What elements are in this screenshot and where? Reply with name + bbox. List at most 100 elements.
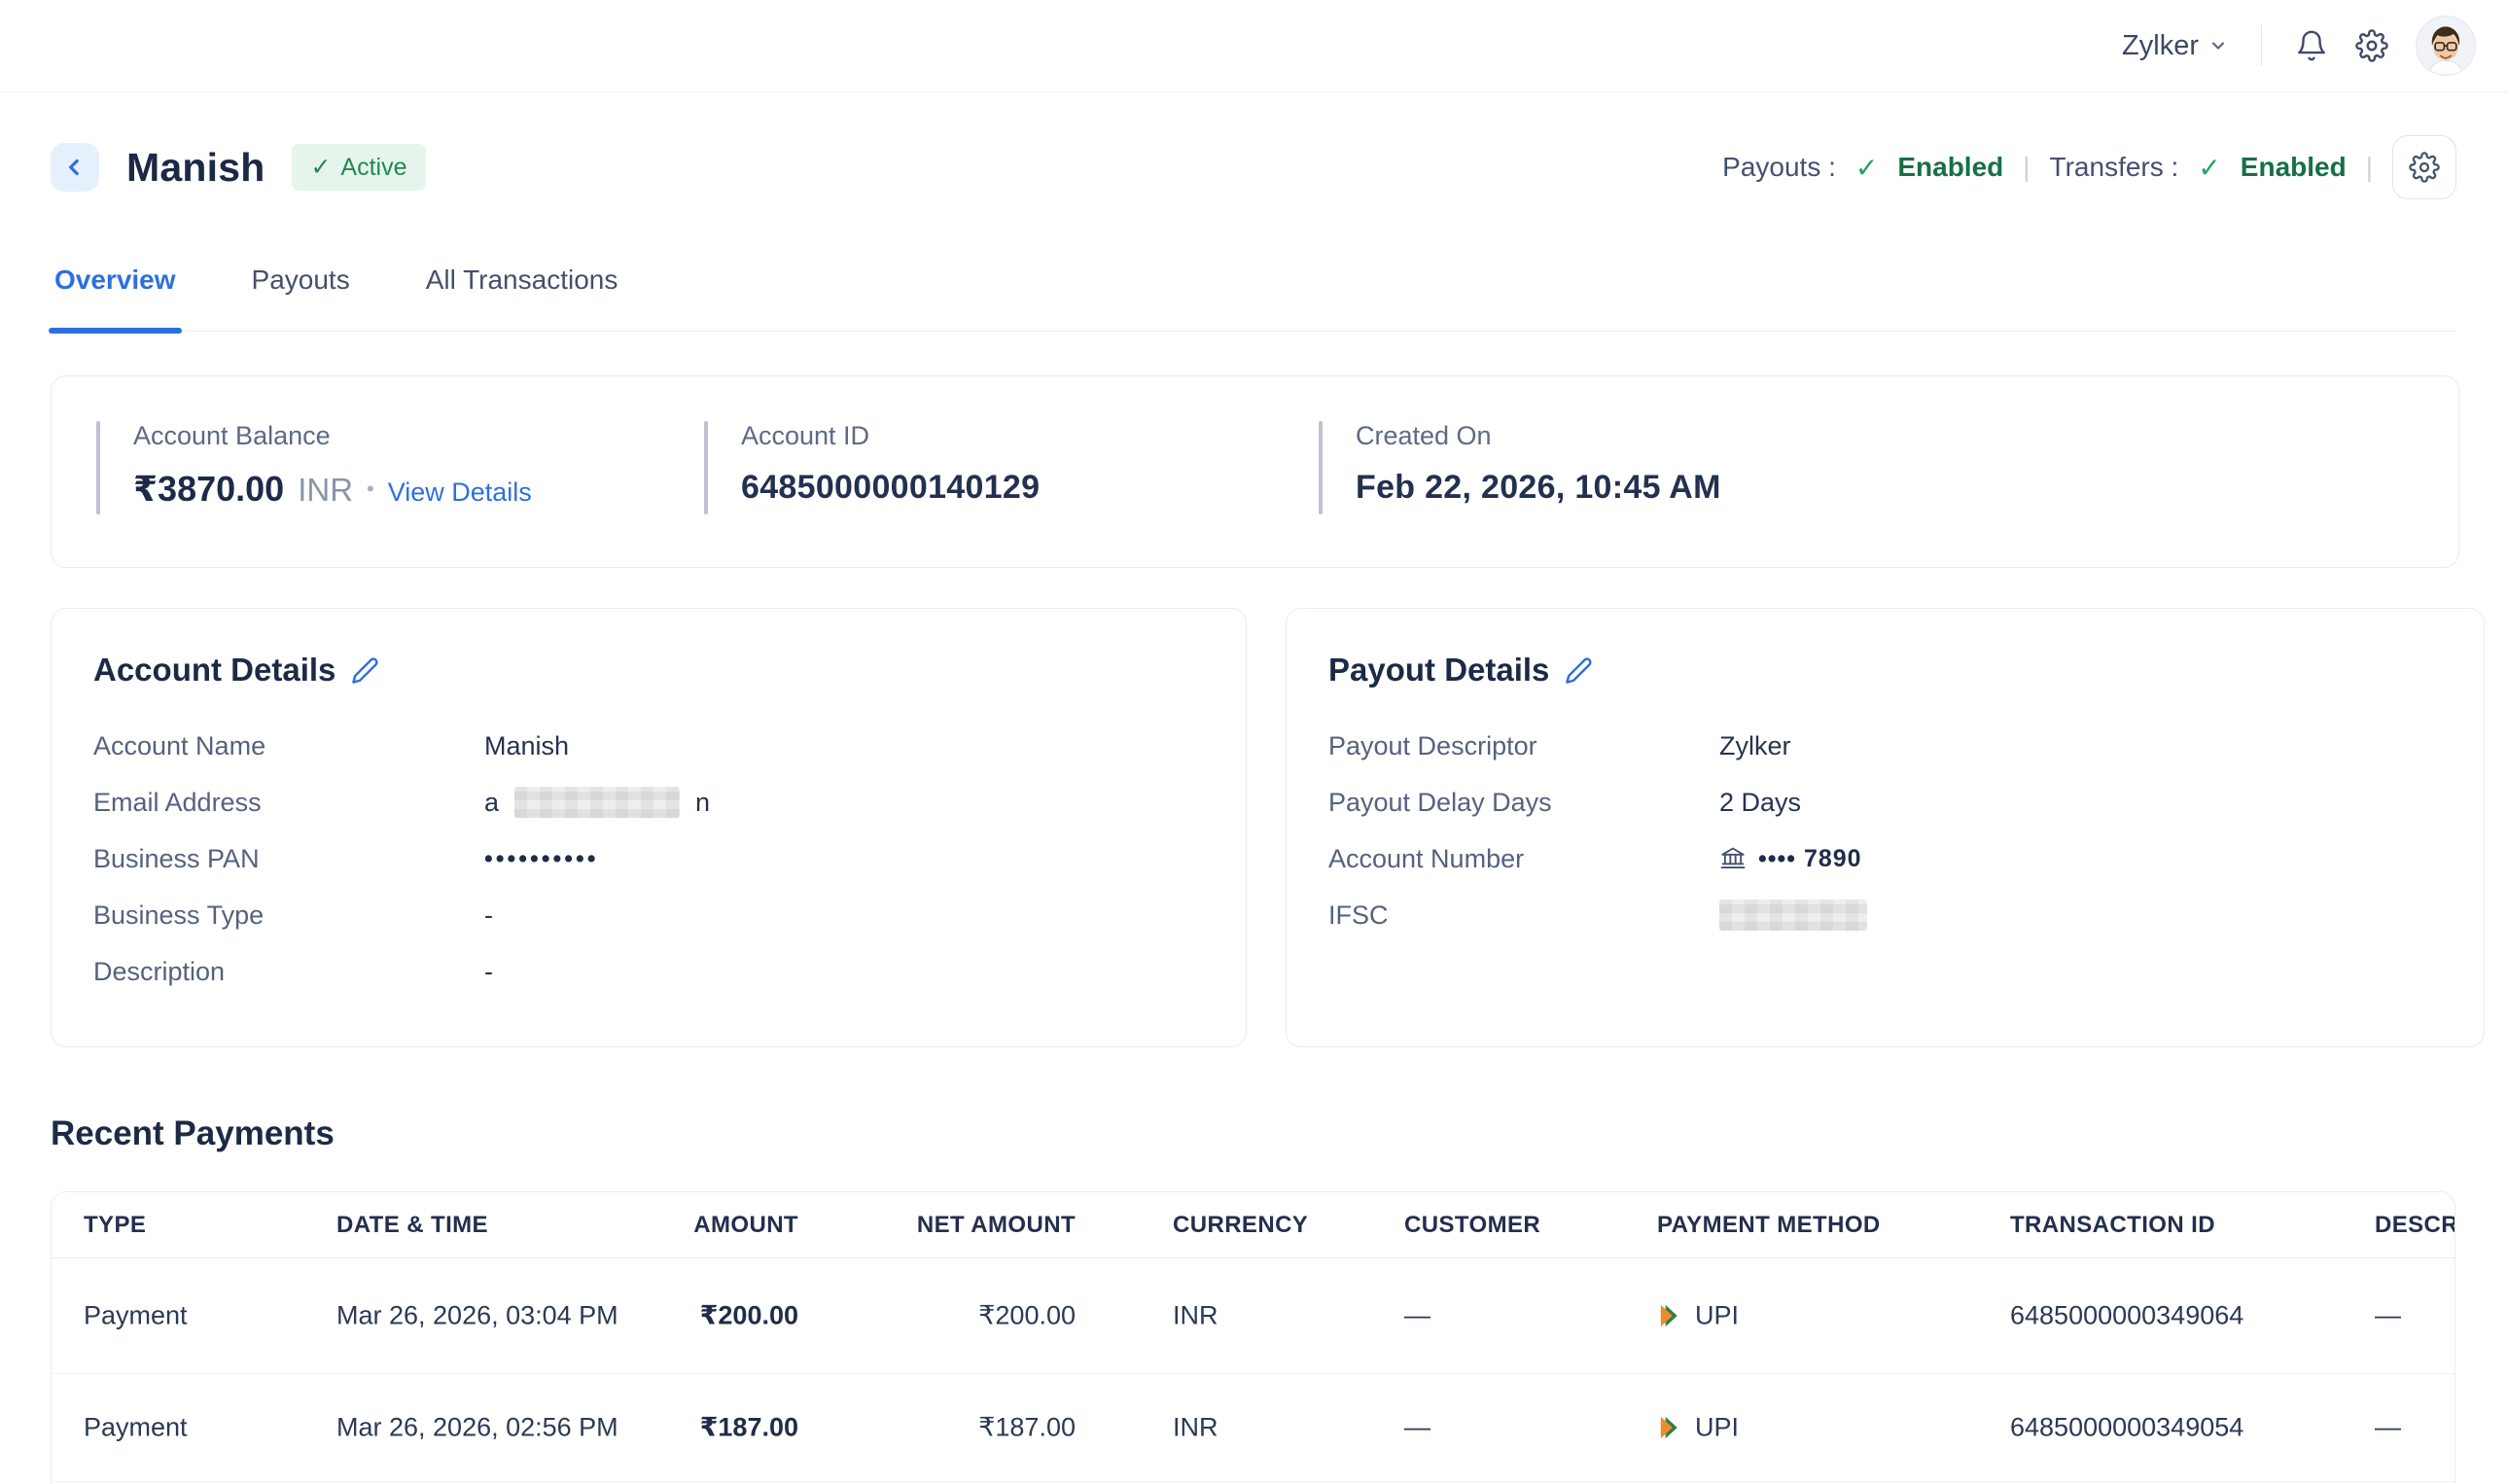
business-pan-label: Business PAN [93, 844, 484, 874]
account-number-row: Account Number •••• 7890 [1328, 830, 2484, 887]
account-balance-amount: ₹3870.00 [133, 469, 284, 510]
email-label: Email Address [93, 788, 484, 818]
view-details-link[interactable]: View Details [388, 477, 532, 508]
column-header-date-time: DATE & TIME [336, 1212, 488, 1239]
account-balance-block: Account Balance ₹3870.00 INR • View Deta… [96, 421, 532, 514]
account-name-label: Account Name [93, 731, 484, 761]
account-balance-currency: INR [298, 472, 353, 509]
check-icon: ✓ [310, 153, 331, 182]
org-name: Zylker [2122, 30, 2199, 62]
table-row[interactable]: Payment Mar 26, 2026, 02:56 PM ₹187.00 ₹… [52, 1374, 2454, 1482]
table-row[interactable]: Payment Mar 26, 2026, 03:04 PM ₹200.00 ₹… [52, 1258, 2454, 1374]
description-label: Description [93, 957, 484, 987]
cell-description: — [2375, 1301, 2401, 1331]
cell-net-amount: ₹200.00 [978, 1301, 1076, 1331]
gear-icon [2409, 152, 2440, 183]
page: Zylker [0, 0, 2507, 1484]
accent-bar [704, 421, 708, 514]
edit-account-details-button[interactable] [351, 656, 379, 685]
recent-payments-title: Recent Payments [51, 1114, 335, 1153]
business-pan-row: Business PAN •••••••••• [93, 830, 1246, 887]
summary-card: Account Balance ₹3870.00 INR • View Deta… [51, 375, 2459, 568]
edit-payout-details-button[interactable] [1565, 656, 1593, 685]
tab-overview[interactable]: Overview [51, 261, 180, 331]
topbar: Zylker [0, 0, 2507, 92]
upi-icon [1657, 1303, 1683, 1329]
accent-bar [96, 421, 100, 514]
check-icon: ✓ [2198, 152, 2220, 184]
business-type-value: - [484, 901, 493, 931]
org-switcher[interactable]: Zylker [2122, 30, 2228, 62]
cell-customer: — [1404, 1413, 1430, 1443]
status-badge: ✓ Active [292, 144, 425, 191]
cell-date-time: Mar 26, 2026, 03:04 PM [336, 1301, 618, 1331]
payout-delay-label: Payout Delay Days [1328, 788, 1719, 818]
cell-description: — [2375, 1413, 2401, 1443]
account-name-row: Account Name Manish [93, 718, 1246, 774]
email-value: an [484, 787, 710, 818]
account-number-label: Account Number [1328, 844, 1719, 874]
recent-payments-table: TYPE DATE & TIME AMOUNT NET AMOUNT CURRE… [51, 1191, 2455, 1484]
column-header-customer: CUSTOMER [1404, 1212, 1540, 1239]
account-name-value: Manish [484, 731, 569, 761]
upi-icon [1657, 1415, 1683, 1441]
ifsc-label: IFSC [1328, 901, 1719, 931]
created-on-value: Feb 22, 2026, 10:45 AM [1356, 469, 1721, 507]
pencil-icon [1565, 656, 1593, 685]
dot-separator: • [367, 477, 374, 502]
transfers-label: Transfers : [2050, 152, 2179, 183]
page-title: Manish [126, 145, 265, 191]
topbar-divider [2261, 25, 2262, 66]
gear-icon [2355, 29, 2388, 62]
cell-payment-method: UPI [1657, 1413, 1739, 1443]
pencil-icon [351, 656, 379, 685]
cell-type: Payment [84, 1301, 188, 1331]
account-id-block: Account ID 6485000000140129 [704, 421, 1040, 514]
business-pan-value: •••••••••• [484, 845, 599, 873]
column-header-currency: CURRENCY [1173, 1212, 1308, 1239]
tab-all-transactions[interactable]: All Transactions [422, 261, 622, 331]
account-balance-label: Account Balance [133, 421, 532, 451]
account-details-title: Account Details [93, 652, 335, 689]
payout-delay-value: 2 Days [1719, 788, 1801, 818]
divider: | [2023, 152, 2030, 183]
business-type-label: Business Type [93, 901, 484, 931]
cell-currency: INR [1173, 1413, 1218, 1443]
status-badge-label: Active [340, 154, 406, 182]
column-header-type: TYPE [84, 1212, 146, 1239]
ifsc-value [1719, 900, 1867, 931]
settings-button-topbar[interactable] [2355, 29, 2388, 62]
cell-customer: — [1404, 1301, 1430, 1331]
transfers-status: Enabled [2241, 152, 2347, 183]
notifications-button[interactable] [2295, 29, 2328, 62]
cell-currency: INR [1173, 1301, 1218, 1331]
description-value: - [484, 957, 493, 987]
page-header: Manish ✓ Active Payouts : ✓ Enabled | Tr… [51, 142, 2456, 193]
accent-bar [1319, 421, 1323, 514]
description-row: Description - [93, 943, 1246, 1000]
topbar-right: Zylker [2122, 16, 2476, 76]
payout-delay-row: Payout Delay Days 2 Days [1328, 774, 2484, 830]
bell-icon [2295, 29, 2328, 62]
account-id-label: Account ID [741, 421, 1040, 451]
cell-transaction-id: 6485000000349054 [2010, 1413, 2243, 1443]
cell-date-time: Mar 26, 2026, 02:56 PM [336, 1413, 618, 1443]
payout-details-title: Payout Details [1328, 652, 1549, 689]
payout-descriptor-row: Payout Descriptor Zylker [1328, 718, 2484, 774]
cell-transaction-id: 6485000000349064 [2010, 1301, 2243, 1331]
tab-payouts[interactable]: Payouts [248, 261, 354, 331]
divider: | [2366, 152, 2373, 183]
column-header-transaction-id: TRANSACTION ID [2010, 1212, 2215, 1239]
cell-payment-method: UPI [1657, 1301, 1739, 1331]
cell-type: Payment [84, 1413, 188, 1443]
user-avatar[interactable] [2416, 16, 2476, 76]
cell-amount: ₹200.00 [700, 1301, 798, 1331]
account-number-value: •••• 7890 [1719, 845, 1862, 873]
cell-amount: ₹187.00 [700, 1413, 798, 1443]
account-settings-button[interactable] [2392, 135, 2456, 199]
bank-icon [1719, 845, 1747, 872]
payouts-label: Payouts : [1722, 152, 1836, 183]
back-button[interactable] [51, 143, 99, 192]
payout-details-card: Payout Details Payout Descriptor Zylker … [1286, 608, 2485, 1047]
email-row: Email Address an [93, 774, 1246, 830]
